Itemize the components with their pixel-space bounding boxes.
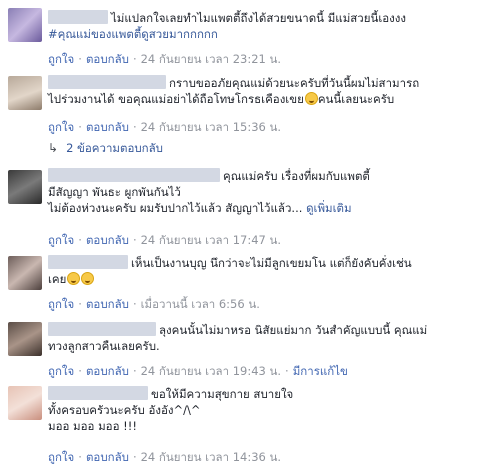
reply-link[interactable]: ตอบกลับ bbox=[86, 297, 129, 311]
timestamp[interactable]: 24 กันยายน เวลา 14:36 น. bbox=[141, 450, 281, 464]
comment-text-line: เห็นเป็นงานบุญ นึกว่าจะไม่มีลูกเขยมโน แต… bbox=[131, 256, 412, 270]
comment-text-line: ทั้งครอบครัวนะครับ อังอัง^/\^ bbox=[48, 403, 201, 417]
comment-actions: ถูกใจ · ตอบกลับ · 24 กันยายน เวลา 17:47 น. bbox=[48, 233, 282, 247]
comment-body: คุณแม่ครับ เรื่องที่ผมกับแพตตี้ มีสัญญา … bbox=[48, 168, 482, 216]
comment-text-line: ทวงลูกสาวคืนเลยครับ. bbox=[48, 339, 160, 353]
comment-text-line: กราบขออภัยคุณแม่ด้วยนะครับที่วันนี้ผมไม่… bbox=[169, 76, 420, 90]
comment-text-line: ขอให้มีความสุขกาย สบายใจ bbox=[151, 387, 294, 401]
comment-body: เห็นเป็นงานบุญ นึกว่าจะไม่มีลูกเขยมโน แต… bbox=[48, 255, 482, 287]
comment-text-line: ไม่ต้องห่วงนะครับ ผมรับปากไว้แล้ว สัญญาไ… bbox=[48, 201, 303, 215]
redacted-author-name[interactable] bbox=[48, 168, 220, 182]
reply-link[interactable]: ตอบกลับ bbox=[86, 364, 129, 378]
reply-link[interactable]: ตอบกลับ bbox=[86, 450, 129, 464]
reply-link[interactable]: ตอบกลับ bbox=[86, 233, 129, 247]
timestamp[interactable]: 24 กันยายน เวลา 15:36 น. bbox=[141, 120, 281, 134]
replies-count-label[interactable]: 2 ข้อความตอบกลับ bbox=[66, 141, 163, 155]
comment-text-line: มออ มออ มออ !!! bbox=[48, 419, 137, 433]
avatar[interactable] bbox=[8, 256, 42, 290]
like-link[interactable]: ถูกใจ bbox=[48, 364, 74, 378]
view-replies-link[interactable]: ↳ 2 ข้อความตอบกลับ bbox=[48, 140, 163, 158]
comment-text-line: ลุงคนนั้นไม่มาหรอ นิสัยแย่มาก วันสำคัญแบ… bbox=[159, 323, 428, 337]
avatar[interactable] bbox=[8, 322, 42, 356]
like-link[interactable]: ถูกใจ bbox=[48, 233, 74, 247]
grinning-sweat-emoji-icon bbox=[81, 272, 95, 285]
reply-arrow-icon: ↳ bbox=[48, 141, 59, 155]
grinning-sweat-emoji-icon bbox=[304, 92, 318, 105]
redacted-author-name[interactable] bbox=[48, 386, 148, 400]
comment-body: ไม่แปลกใจเลยทำไมแพตตี้ถึงได้สวยขนาดนี้ ม… bbox=[48, 10, 482, 42]
redacted-author-name[interactable] bbox=[48, 322, 156, 336]
like-link[interactable]: ถูกใจ bbox=[48, 52, 74, 66]
comment-text-line: ไม่แปลกใจเลยทำไมแพตตี้ถึงได้สวยขนาดนี้ ม… bbox=[111, 11, 407, 25]
reply-link[interactable]: ตอบกลับ bbox=[86, 52, 129, 66]
reply-link[interactable]: ตอบกลับ bbox=[86, 120, 129, 134]
like-link[interactable]: ถูกใจ bbox=[48, 120, 74, 134]
avatar[interactable] bbox=[8, 8, 42, 42]
comment-body: กราบขออภัยคุณแม่ด้วยนะครับที่วันนี้ผมไม่… bbox=[48, 75, 482, 107]
edited-link[interactable]: มีการแก้ไข bbox=[293, 364, 348, 378]
redacted-author-name[interactable] bbox=[48, 255, 128, 269]
avatar[interactable] bbox=[8, 386, 42, 420]
comment-text-line: เคย bbox=[48, 272, 67, 286]
grinning-sweat-emoji-icon bbox=[67, 272, 81, 285]
comment-actions: ถูกใจ · ตอบกลับ · 24 กันยายน เวลา 23:21 น. bbox=[48, 52, 282, 66]
hashtag-link[interactable]: #คุณแม่ของแพตตี้ดูสวยมากกกกก bbox=[48, 27, 218, 41]
avatar[interactable] bbox=[8, 76, 42, 110]
comment-actions: ถูกใจ · ตอบกลับ · 24 กันยายน เวลา 14:36 น. bbox=[48, 450, 282, 464]
timestamp[interactable]: เมื่อวานนี้ เวลา 6:56 น. bbox=[141, 297, 260, 311]
redacted-author-name[interactable] bbox=[48, 10, 108, 24]
like-link[interactable]: ถูกใจ bbox=[48, 297, 74, 311]
see-more-link[interactable]: ดูเพิ่มเติม bbox=[306, 201, 352, 215]
comment-body: ลุงคนนั้นไม่มาหรอ นิสัยแย่มาก วันสำคัญแบ… bbox=[48, 322, 482, 354]
comment-body: ขอให้มีความสุขกาย สบายใจ ทั้งครอบครัวนะค… bbox=[48, 386, 482, 434]
comment-text-line: คนนี้เลยนะครับ bbox=[317, 92, 395, 106]
comment-actions: ถูกใจ · ตอบกลับ · เมื่อวานนี้ เวลา 6:56 น. bbox=[48, 297, 260, 311]
comment-text-line: คุณแม่ครับ เรื่องที่ผมกับแพตตี้ bbox=[223, 169, 370, 183]
timestamp[interactable]: 24 กันยายน เวลา 19:43 น. bbox=[141, 364, 281, 378]
redacted-author-name[interactable] bbox=[48, 75, 166, 89]
comment-actions: ถูกใจ · ตอบกลับ · 24 กันยายน เวลา 19:43 น. · ม… bbox=[48, 364, 348, 378]
comment-text-line: ไปร่วมงานได้ ขอคุณแม่อย่าได้ถือโทษโกรธเค… bbox=[48, 92, 304, 106]
timestamp[interactable]: 24 กันยายน เวลา 17:47 น. bbox=[141, 233, 281, 247]
timestamp[interactable]: 24 กันยายน เวลา 23:21 น. bbox=[141, 52, 281, 66]
like-link[interactable]: ถูกใจ bbox=[48, 450, 74, 464]
avatar[interactable] bbox=[8, 170, 42, 204]
comment-actions: ถูกใจ · ตอบกลับ · 24 กันยายน เวลา 15:36 น. bbox=[48, 120, 282, 134]
comment-text-line: มีสัญญา พันธะ ผูกพันกันไว้ bbox=[48, 185, 181, 199]
